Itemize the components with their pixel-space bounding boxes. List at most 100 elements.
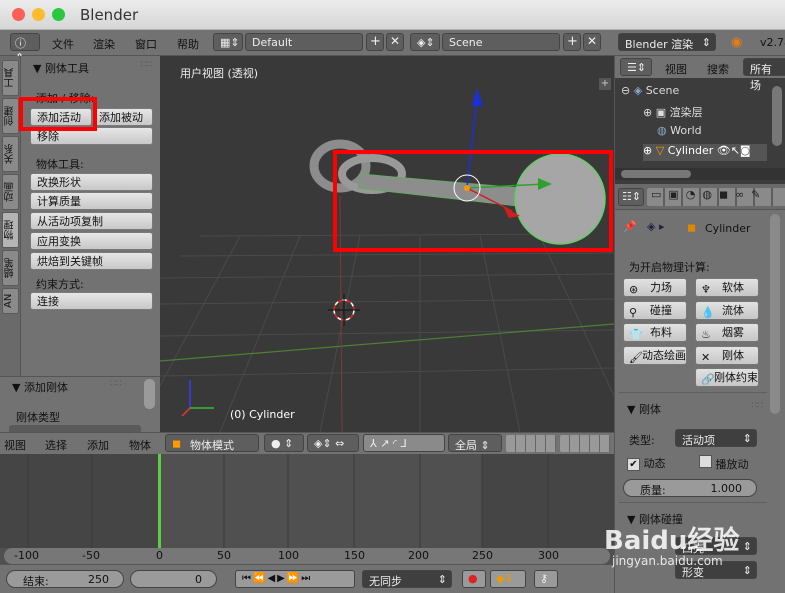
menu-view[interactable]: 视图 xyxy=(4,437,26,453)
properties-editor-icon[interactable]: ☷⇕ xyxy=(618,188,644,206)
info-header: ⓘ ⇕ 文件 渲染 窗口 帮助 ▦⇕ Default + ✕ ◈⇕ Scene … xyxy=(0,30,785,64)
keying-set-icon[interactable]: ⚷ xyxy=(534,570,558,588)
properties-scrollbar[interactable] xyxy=(770,214,780,414)
tick-label: 300 xyxy=(538,549,559,562)
shading-selector[interactable]: ● ⇕ xyxy=(264,434,304,452)
outliner-item-label: 渲染层 xyxy=(669,106,703,119)
soft-body-button[interactable]: ♆ 软体 xyxy=(695,278,759,297)
tab-relations[interactable]: 关系 xyxy=(2,136,19,172)
animated-checkbox[interactable]: 播放动 xyxy=(699,455,749,472)
tab-create[interactable]: 创建 xyxy=(2,98,19,134)
layer-buttons-1[interactable] xyxy=(506,435,556,452)
scene-icon[interactable]: ◈⇕ xyxy=(410,33,440,51)
rigid-body-panel-header[interactable]: ▼ 刚体 xyxy=(627,401,661,417)
layer-buttons-2[interactable] xyxy=(560,435,610,452)
version-label: v2.78 xyxy=(760,36,785,49)
triangle-down-icon: ▼ xyxy=(12,381,21,394)
context-tab-icons[interactable]: ▭▣◔◍◼∞✎ xyxy=(647,188,785,206)
keyframe-type-icon[interactable]: ◆⇕ xyxy=(490,570,526,588)
menu-file[interactable]: 文件 xyxy=(52,36,74,52)
outliner-hscrollbar[interactable] xyxy=(621,170,691,178)
fluid-button[interactable]: 💧 流体 xyxy=(695,301,759,320)
tab-animation[interactable]: 动画 xyxy=(2,174,19,210)
editor-type-info-icon[interactable]: ⓘ ⇕ xyxy=(10,33,40,64)
timeline[interactable]: -100 -50 0 50 100 150 200 250 300 xyxy=(0,454,614,564)
connect-button[interactable]: 连接 xyxy=(30,292,153,310)
add-scene-icon[interactable]: + xyxy=(563,33,581,51)
brush-icon: 🖌 xyxy=(629,351,643,364)
dynamic-checkbox[interactable]: ✔ 动态 xyxy=(627,455,666,471)
type-value: 活动项 xyxy=(682,434,715,447)
zoom-window-button[interactable] xyxy=(52,8,65,21)
minimize-window-button[interactable] xyxy=(32,8,45,21)
menu-select[interactable]: 选择 xyxy=(45,437,67,453)
playback-controls[interactable]: ⏮⏪◀▶⏩⏭ xyxy=(235,570,355,588)
menu-window[interactable]: 窗口 xyxy=(135,36,157,52)
bake-to-keyframes-button[interactable]: 烘焙到关键帧 xyxy=(30,252,153,270)
outliner-editor-icon[interactable]: ☰⇕ xyxy=(620,58,652,76)
mode-selector[interactable]: ◼ 物体模式 xyxy=(165,434,259,452)
add-layout-icon[interactable]: + xyxy=(366,33,384,51)
end-frame-field[interactable]: 结束: 250 xyxy=(6,570,124,588)
copy-from-active-button[interactable]: 从活动项复制 xyxy=(30,212,153,230)
menu-add[interactable]: 添加 xyxy=(87,437,109,453)
cloth-button[interactable]: 👕 布料 xyxy=(623,323,687,342)
pin-icon[interactable]: 📌 xyxy=(623,220,637,233)
eye-icon[interactable]: 👁 xyxy=(717,144,731,157)
outliner-item-cylinder[interactable]: ⊕ ▽ Cylinder 👁↖◙ xyxy=(643,144,767,161)
menu-help[interactable]: 帮助 xyxy=(177,36,199,52)
dynamic-paint-button[interactable]: 🖌 动态绘画 xyxy=(623,346,687,365)
panel-header[interactable]: ▼ 刚体工具 xyxy=(33,60,89,76)
outliner-search-menu[interactable]: 搜索 xyxy=(707,61,729,77)
object-name: Cylinder xyxy=(705,222,751,235)
remove-scene-icon[interactable]: ✕ xyxy=(583,33,601,51)
panel2-header[interactable]: ▼ 添加刚体 xyxy=(12,379,68,395)
force-field-button[interactable]: ⊛ 力场 xyxy=(623,278,687,297)
sync-selector[interactable]: 无同步 ⇕ xyxy=(362,570,452,588)
tick-label: 50 xyxy=(217,549,231,562)
pivot-snap-buttons[interactable]: ◈⇕ ⇔ xyxy=(307,434,359,452)
orientation-selector[interactable]: 全局 ⇕ xyxy=(448,434,502,452)
current-frame-field[interactable]: 0 xyxy=(130,570,217,588)
remove-layout-icon[interactable]: ✕ xyxy=(386,33,404,51)
expand-properties-icon[interactable]: + xyxy=(599,78,611,90)
add-passive-button[interactable]: 添加被动 xyxy=(92,108,153,126)
mass-field[interactable]: 质量: 1.000 xyxy=(623,479,757,497)
tab-physics[interactable]: 物理 xyxy=(2,212,19,248)
outliner-scrollbar[interactable] xyxy=(772,86,782,146)
drag-handle-icon[interactable]: ∷∷ xyxy=(141,60,152,70)
object-tools-label: 物体工具: xyxy=(36,158,84,171)
outliner-item-world[interactable]: ◍ World xyxy=(657,124,702,137)
manipulator-buttons[interactable]: ⅄ ↗ ◜ ⅃ xyxy=(363,434,445,452)
render-engine-label: Blender 渲染 xyxy=(625,38,694,51)
panel-scrollbar[interactable] xyxy=(144,379,155,409)
outliner-view-menu[interactable]: 视图 xyxy=(665,61,687,77)
tab-an[interactable]: AN xyxy=(2,288,19,314)
outliner-display-selector[interactable]: 所有场 xyxy=(743,58,785,92)
rigid-body-button[interactable]: ✕ 刚体 xyxy=(695,346,759,365)
outliner-item-renderlayers[interactable]: ⊕ ▣ 渲染层 xyxy=(643,104,703,120)
render-engine-selector[interactable]: Blender 渲染 ⇕ xyxy=(618,33,716,51)
change-shape-button[interactable]: 改换形状 xyxy=(30,173,153,191)
drag-handle-icon[interactable]: ∷∷ xyxy=(752,401,763,411)
collision-button[interactable]: ⚲ 碰撞 xyxy=(623,301,687,320)
scene-selector[interactable]: Scene xyxy=(442,33,560,51)
menu-render[interactable]: 渲染 xyxy=(93,36,115,52)
layout-icon[interactable]: ▦⇕ xyxy=(213,33,243,51)
scene-small-icon: ◈ ▸ xyxy=(647,220,665,233)
menu-object[interactable]: 物体 xyxy=(129,437,151,453)
apply-transform-button[interactable]: 应用变换 xyxy=(30,232,153,250)
tab-tools[interactable]: 工具 xyxy=(2,60,19,96)
tab-grease-pencil[interactable]: 蜡笔 xyxy=(2,250,19,286)
outliner-item-scene[interactable]: ⊖ ◈ Scene xyxy=(621,84,679,97)
smoke-button[interactable]: ♨ 烟雾 xyxy=(695,323,759,342)
record-icon[interactable]: ● xyxy=(462,570,486,588)
drag-handle-icon[interactable]: ∷∷ xyxy=(110,379,121,389)
type-selector[interactable]: 活动项 ⇕ xyxy=(675,429,757,447)
cursor-icon[interactable]: ↖ xyxy=(731,144,740,157)
layout-selector[interactable]: Default xyxy=(245,33,363,51)
calculate-mass-button[interactable]: 计算质量 xyxy=(30,192,153,210)
camera-icon[interactable]: ◙ xyxy=(740,144,751,157)
rigid-body-constraint-button[interactable]: 🔗 刚体约束 xyxy=(695,368,759,387)
close-window-button[interactable] xyxy=(12,8,25,21)
